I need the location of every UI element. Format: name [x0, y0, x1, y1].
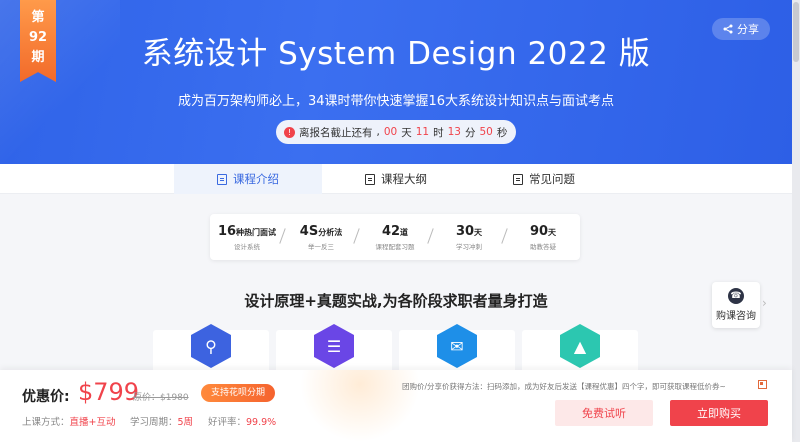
chevron-right-icon[interactable]: › — [762, 296, 767, 310]
study-period: 学习周期：5周 — [130, 414, 193, 428]
stat-item: 16种热门面试 设计系统 — [210, 224, 284, 251]
course-title: 系统设计 System Design 2022 版 — [141, 36, 651, 72]
qr-code-icon[interactable] — [758, 380, 767, 389]
page-scrollbar[interactable] — [792, 0, 800, 442]
share-label: 分享 — [737, 23, 759, 36]
countdown-minutes-unit: 分 — [464, 126, 476, 139]
free-trial-button[interactable]: 免费试听 — [555, 400, 653, 426]
countdown-days-unit: 天 — [401, 126, 412, 139]
countdown-hours-unit: 时 — [433, 126, 444, 139]
document-icon — [217, 173, 227, 185]
stat-caption: 设计系统 — [234, 242, 260, 251]
course-stats: 16种热门面试 设计系统 4S分析法 举一反三 42道 课程配套习题 30天 学… — [210, 214, 580, 260]
stat-unit: 分析法 — [318, 227, 343, 237]
stat-item: 90天 助教答疑 — [506, 224, 580, 251]
course-subtitle: 成为百万架构师必上，34课时带你快速掌握16大系统设计知识点与面试考点 — [177, 94, 615, 109]
stat-number: 42 — [381, 223, 401, 239]
promo-text: 团购价/分享价获得方法：扫码添加，成为好友后发送【课程优惠】四个字，即可获取课程… — [402, 382, 726, 391]
hero-banner: 第 92 期 系统设计 System Design 2022 版 成为百万架构师… — [0, 0, 792, 164]
stat-number: 90 — [529, 223, 549, 239]
period-label: 学习周期： — [130, 417, 178, 428]
headset-icon: ☎ — [728, 288, 744, 304]
original-price: 原价：$1980 — [133, 393, 189, 403]
scrollbar-thumb[interactable] — [793, 2, 799, 62]
countdown-seconds: 50 — [479, 126, 493, 138]
stat-unit: 道 — [400, 227, 409, 237]
tab-course-intro[interactable]: 课程介绍 — [174, 164, 322, 194]
stat-number: 16 — [217, 223, 237, 239]
share-icon — [723, 24, 733, 34]
stat-unit: 天 — [474, 227, 483, 237]
countdown-prefix: 离报名截止还有 — [299, 126, 373, 139]
stat-item: 42道 课程配套习题 — [358, 224, 432, 251]
period-value: 5周 — [177, 417, 194, 428]
course-tabs: 课程介绍 课程大纲 常见问题 — [0, 164, 792, 194]
stat-caption: 学习冲刺 — [456, 242, 482, 251]
tab-label: 常见问题 — [529, 172, 575, 186]
consult-label: 购课咨询 — [716, 311, 756, 322]
consult-button[interactable]: ☎ 购课咨询 — [712, 282, 760, 328]
hero-decoration — [0, 0, 120, 164]
stat-caption: 助教答疑 — [530, 242, 556, 251]
stat-caption: 举一反三 — [308, 242, 334, 251]
tab-label: 课程大纲 — [381, 172, 427, 186]
period-badge-line1: 第 — [31, 10, 45, 25]
enroll-countdown: ! 离报名截止还有, 00 天 11 时 13 分 50 秒 — [276, 120, 516, 144]
countdown-minutes: 13 — [447, 126, 461, 138]
discount-price: $799 — [78, 378, 140, 406]
stat-item: 4S分析法 举一反三 — [284, 224, 358, 251]
share-button[interactable]: 分享 — [712, 18, 770, 40]
stat-item: 30天 学习冲刺 — [432, 224, 506, 251]
countdown-hours: 11 — [415, 126, 430, 138]
stat-unit: 天 — [548, 227, 557, 237]
rating-value: 99.9% — [246, 417, 277, 428]
stat-number: 30 — [455, 223, 475, 239]
price-label: 优惠价: — [22, 389, 70, 405]
method-label: 上课方式： — [22, 417, 70, 428]
buy-now-button[interactable]: 立即购买 — [670, 400, 768, 426]
section-title: 设计原理+真题实战,为各阶段求职者量身打造 — [244, 292, 548, 310]
class-method: 上课方式：直播+互动 — [22, 414, 115, 428]
countdown-days: 00 — [383, 126, 398, 138]
document-icon — [513, 173, 523, 185]
countdown-seconds-unit: 秒 — [496, 126, 508, 139]
stat-unit: 种热门面试 — [236, 227, 277, 237]
method-value: 直播+互动 — [69, 417, 116, 428]
stat-caption: 课程配套习题 — [375, 242, 415, 251]
tab-faq[interactable]: 常见问题 — [470, 164, 618, 194]
rating-label: 好评率： — [208, 417, 247, 428]
stat-number: 4S — [299, 223, 319, 239]
rating: 好评率：99.9% — [208, 414, 276, 428]
tab-label: 课程介绍 — [233, 172, 279, 186]
installment-badge[interactable]: 支持花呗分期 — [201, 384, 276, 402]
list-icon — [365, 173, 375, 185]
alert-icon: ! — [284, 126, 295, 138]
tab-course-outline[interactable]: 课程大纲 — [322, 164, 470, 194]
